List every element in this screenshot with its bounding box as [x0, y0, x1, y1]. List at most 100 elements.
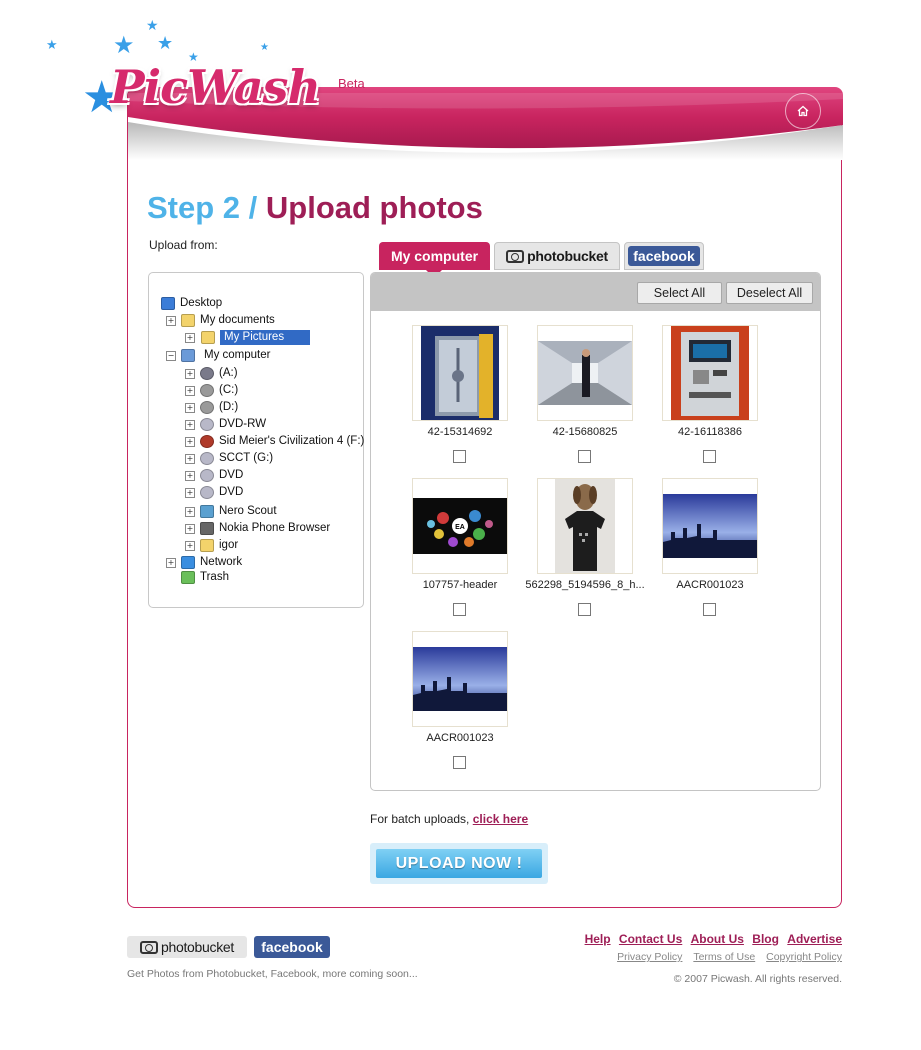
computer-icon — [181, 349, 195, 362]
photo-thumbnail[interactable] — [537, 478, 633, 574]
photo-thumbnail[interactable] — [412, 325, 508, 421]
network-icon — [181, 556, 195, 569]
photo-thumbnail[interactable] — [662, 478, 758, 574]
page-title: Step 2 / Upload photos — [147, 190, 483, 226]
batch-text: For batch uploads, — [370, 812, 470, 826]
footer-note: Get Photos from Photobucket, Facebook, m… — [127, 968, 418, 980]
logo[interactable]: PicWash — [110, 60, 321, 114]
upload-from-label: Upload from: — [149, 238, 218, 252]
photo-thumbnail[interactable] — [412, 631, 508, 727]
expand-icon[interactable]: + — [185, 333, 195, 343]
tree-item[interactable]: (C:) — [219, 383, 238, 398]
desktop-icon — [161, 297, 175, 310]
svg-text:EA: EA — [455, 524, 465, 531]
photo-checkbox[interactable] — [703, 603, 716, 616]
footer-link-about[interactable]: About Us — [691, 932, 744, 946]
network-folder-icon — [200, 505, 214, 518]
tree-item[interactable]: Network — [200, 555, 242, 570]
tree-item[interactable]: Nero Scout — [219, 504, 277, 519]
select-all-button[interactable]: Select All — [637, 282, 722, 304]
panel-toolbar: Select All Deselect All — [371, 273, 820, 311]
expand-icon[interactable]: + — [185, 437, 195, 447]
photo-label: 42-15314692 — [427, 426, 493, 438]
expand-icon[interactable]: + — [185, 541, 195, 551]
tree-item[interactable]: igor — [219, 538, 238, 553]
expand-icon[interactable]: + — [185, 369, 195, 379]
footer-link-blog[interactable]: Blog — [752, 932, 779, 946]
camera-icon — [140, 940, 158, 954]
expand-icon[interactable]: + — [166, 558, 176, 568]
expand-icon[interactable]: + — [185, 524, 195, 534]
photo-thumbnail[interactable]: EA — [412, 478, 508, 574]
tree-item[interactable]: My computer — [204, 348, 270, 363]
tree-item[interactable]: Sid Meier's Civilization 4 (F:) — [219, 434, 364, 449]
photobucket-label: photobucket — [527, 248, 608, 264]
tree-item[interactable]: (D:) — [219, 400, 238, 415]
footer-links: Help Contact Us About Us Blog Advertise — [580, 932, 842, 946]
skyline-image — [663, 494, 757, 558]
photo-checkbox[interactable] — [578, 450, 591, 463]
atm-image — [671, 326, 749, 420]
tshirt-image — [555, 479, 615, 573]
photo-label: 42-15680825 — [552, 426, 618, 438]
expand-icon[interactable]: + — [185, 471, 195, 481]
photo-checkbox[interactable] — [453, 603, 466, 616]
cd-drive-icon — [200, 469, 214, 482]
tree-item[interactable]: DVD — [219, 468, 243, 483]
cd-drive-icon — [200, 486, 214, 499]
game-disc-icon — [200, 435, 214, 448]
photo-label: 562298_5194596_8_h... — [525, 579, 645, 591]
cd-drive-icon — [200, 418, 214, 431]
photo-checkbox[interactable] — [453, 450, 466, 463]
photo-thumbnail[interactable] — [537, 325, 633, 421]
photo-thumbnail[interactable] — [662, 325, 758, 421]
footer-link-advertise[interactable]: Advertise — [787, 932, 842, 946]
expand-icon[interactable]: + — [185, 386, 195, 396]
tree-item[interactable]: DVD — [219, 485, 243, 500]
tab-my-computer[interactable]: My computer — [379, 242, 490, 278]
home-button[interactable] — [785, 93, 821, 129]
tree-item[interactable]: DVD-RW — [219, 417, 266, 432]
photo-label: AACR001023 — [426, 732, 494, 744]
tree-item[interactable]: Nokia Phone Browser — [219, 521, 330, 536]
corridor-image — [538, 341, 632, 405]
hard-drive-icon — [200, 384, 214, 397]
collapse-icon[interactable]: − — [166, 351, 176, 361]
batch-link[interactable]: click here — [473, 812, 528, 826]
footer-link-privacy[interactable]: Privacy Policy — [617, 951, 682, 963]
footer-link-terms[interactable]: Terms of Use — [693, 951, 755, 963]
footer-facebook-logo[interactable]: facebook — [254, 936, 330, 958]
tab-photobucket[interactable]: photobucket — [494, 242, 620, 270]
photo-checkbox[interactable] — [703, 450, 716, 463]
folder-icon — [200, 539, 214, 552]
tree-item[interactable]: (A:) — [219, 366, 238, 381]
expand-icon[interactable]: + — [166, 316, 176, 326]
footer-photobucket-logo[interactable]: photobucket — [127, 936, 247, 958]
tree-item[interactable]: Desktop — [180, 296, 222, 311]
facebook-label: facebook — [628, 246, 700, 266]
deselect-all-button[interactable]: Deselect All — [726, 282, 813, 304]
upload-now-button[interactable]: UPLOAD NOW ! — [376, 849, 542, 878]
expand-icon[interactable]: + — [185, 454, 195, 464]
footer-link-contact[interactable]: Contact Us — [619, 932, 682, 946]
photo-label: 42-16118386 — [677, 426, 743, 438]
tree-item[interactable]: My Pictures — [220, 330, 311, 345]
expand-icon[interactable]: + — [185, 403, 195, 413]
tree-item[interactable]: My documents — [200, 313, 275, 328]
tree-item[interactable]: Trash — [200, 570, 229, 585]
photo-checkbox[interactable] — [578, 603, 591, 616]
copyright: © 2007 Picwash. All rights reserved. — [673, 973, 842, 985]
footer-link-copyright[interactable]: Copyright Policy — [766, 951, 842, 963]
tree-item[interactable]: SCCT (G:) — [219, 451, 273, 466]
expand-icon[interactable]: + — [185, 507, 195, 517]
expand-icon[interactable]: + — [185, 420, 195, 430]
footer-photobucket-label: photobucket — [161, 939, 234, 955]
expand-icon[interactable]: + — [185, 488, 195, 498]
photo-checkbox[interactable] — [453, 756, 466, 769]
floppy-drive-icon — [200, 367, 214, 380]
footer-link-help[interactable]: Help — [585, 932, 611, 946]
photo-label: 107757-header — [422, 579, 498, 591]
tab-facebook[interactable]: facebook — [624, 242, 704, 270]
star-icon: ★ — [146, 18, 159, 34]
hard-drive-icon — [200, 401, 214, 414]
